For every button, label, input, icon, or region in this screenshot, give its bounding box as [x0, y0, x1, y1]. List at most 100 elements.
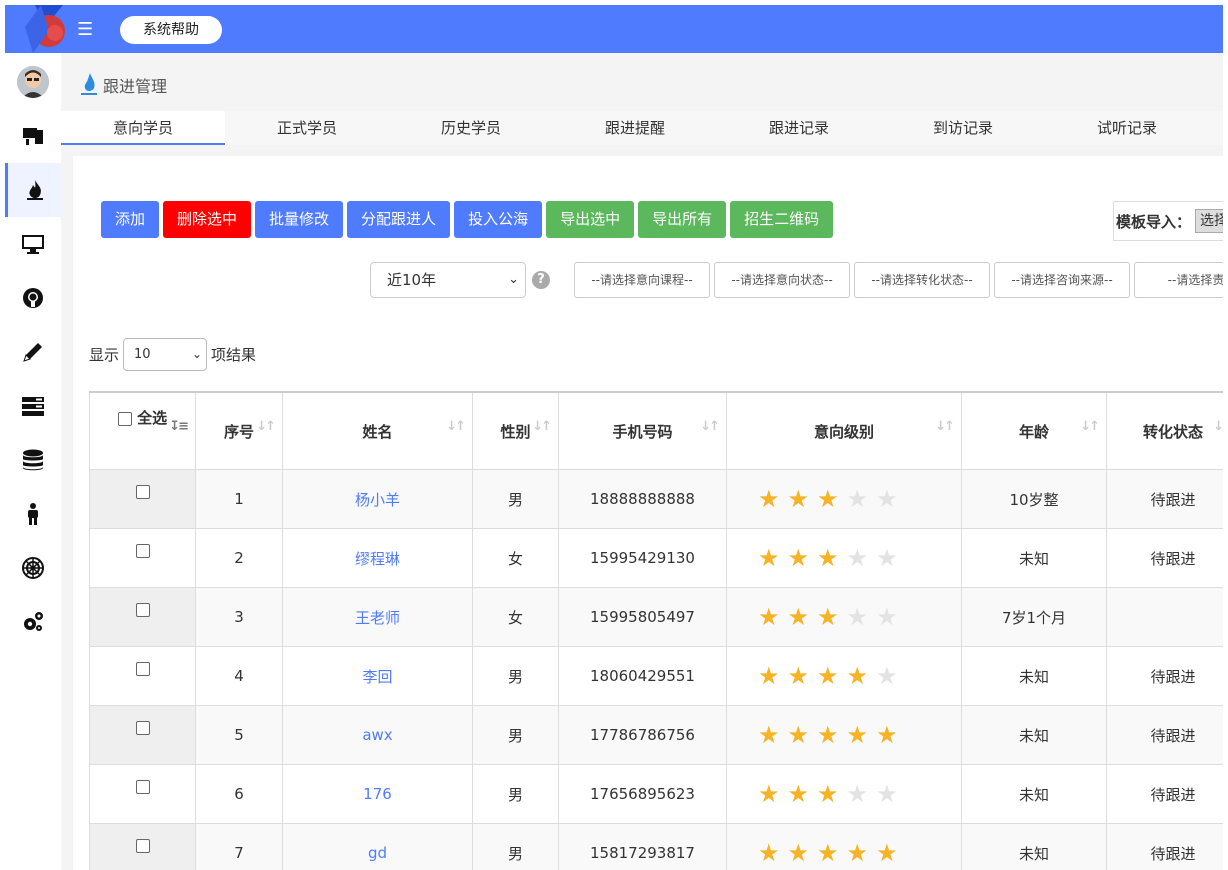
gender-header[interactable]: 性别 ↓↑: [472, 391, 559, 470]
age-header[interactable]: 年龄 ↓↑: [961, 391, 1107, 470]
help-icon[interactable]: ?: [532, 271, 550, 289]
table-row[interactable]: 2 缪程琳 女 15995429130 ★ ★ ★ ★ ★ 未知 待跟进: [89, 528, 1223, 588]
responsible-select[interactable]: --请选择责任: [1134, 262, 1228, 298]
sidebar-item-server[interactable]: [5, 379, 61, 433]
sort-icon[interactable]: ↓↑: [700, 419, 720, 434]
course-select[interactable]: --请选择意向课程--: [574, 262, 710, 298]
system-help-button[interactable]: 系统帮助: [120, 16, 222, 44]
star-filled-icon[interactable]: ★: [788, 487, 810, 511]
tab-formal-students[interactable]: 正式学员: [225, 111, 389, 145]
year-range-select[interactable]: 近10年 ⌄: [370, 262, 526, 298]
student-name-link[interactable]: 缪程琳: [355, 550, 400, 568]
sort-icon[interactable]: ↧≡: [169, 419, 189, 434]
star-rating[interactable]: ★ ★ ★ ★ ★: [728, 723, 960, 747]
tab-trial-records[interactable]: 试听记录: [1045, 111, 1209, 145]
star-filled-icon[interactable]: ★: [817, 723, 839, 747]
star-filled-icon[interactable]: ★: [788, 782, 810, 806]
star-empty-icon[interactable]: ★: [847, 605, 869, 629]
page-length-select[interactable]: 10 ⌄: [123, 338, 208, 371]
student-name-link[interactable]: 李回: [362, 668, 392, 686]
row-checkbox[interactable]: [135, 720, 150, 735]
sidebar-item-desktop[interactable]: [5, 217, 61, 271]
star-empty-icon[interactable]: ★: [876, 546, 898, 570]
sidebar-item-database[interactable]: [5, 433, 61, 487]
index-header[interactable]: 序号 ↓↑: [195, 391, 283, 470]
student-name-link[interactable]: 王老师: [355, 609, 400, 627]
batch-edit-button[interactable]: 批量修改: [255, 201, 344, 238]
student-name-link[interactable]: awx: [362, 726, 392, 744]
tab-follow-up-records[interactable]: 跟进记录: [717, 111, 881, 145]
star-rating[interactable]: ★ ★ ★ ★ ★: [728, 782, 960, 806]
star-filled-icon[interactable]: ★: [817, 782, 839, 806]
row-checkbox[interactable]: [135, 779, 150, 794]
star-filled-icon[interactable]: ★: [788, 546, 810, 570]
sort-icon[interactable]: ↓↑: [446, 419, 466, 434]
table-row[interactable]: 1 杨小羊 男 18888888888 ★ ★ ★ ★ ★ 10岁整 待跟进: [89, 469, 1223, 529]
tab-follow-up-reminders[interactable]: 跟进提醒: [553, 111, 717, 145]
table-row[interactable]: 7 gd 男 15817293817 ★ ★ ★ ★ ★ 未知 待跟进: [89, 823, 1223, 870]
star-filled-icon[interactable]: ★: [788, 841, 810, 865]
select-all-checkbox[interactable]: [117, 411, 132, 426]
name-header[interactable]: 姓名 ↓↑: [282, 391, 473, 470]
sidebar-item-teaching-icon[interactable]: [5, 109, 61, 163]
sidebar-item-person[interactable]: [5, 487, 61, 541]
row-checkbox[interactable]: [135, 602, 150, 617]
star-rating[interactable]: ★ ★ ★ ★ ★: [728, 546, 960, 570]
assign-follower-button[interactable]: 分配跟进人: [347, 201, 451, 238]
tab-visit-records[interactable]: 到访记录: [881, 111, 1045, 145]
star-filled-icon[interactable]: ★: [876, 841, 898, 865]
star-filled-icon[interactable]: ★: [758, 487, 780, 511]
star-filled-icon[interactable]: ★: [817, 664, 839, 688]
star-filled-icon[interactable]: ★: [758, 546, 780, 570]
sidebar-item-follow-up[interactable]: [5, 163, 61, 217]
sort-icon[interactable]: ↓↑: [532, 419, 552, 434]
row-checkbox[interactable]: [135, 661, 150, 676]
table-row[interactable]: 3 王老师 女 15995805497 ★ ★ ★ ★ ★ 7岁1个月: [89, 587, 1223, 647]
sidebar-item-settings[interactable]: [5, 595, 61, 649]
sidebar-item-github[interactable]: [5, 271, 61, 325]
avatar[interactable]: [17, 66, 49, 98]
star-rating[interactable]: ★ ★ ★ ★ ★: [728, 664, 960, 688]
intent-status-select[interactable]: --请选择意向状态--: [714, 262, 850, 298]
add-button[interactable]: 添加: [101, 201, 160, 238]
star-filled-icon[interactable]: ★: [758, 841, 780, 865]
star-empty-icon[interactable]: ★: [847, 487, 869, 511]
star-filled-icon[interactable]: ★: [876, 723, 898, 747]
sort-icon[interactable]: ↓↑: [935, 419, 955, 434]
star-empty-icon[interactable]: ★: [876, 487, 898, 511]
hamburger-menu-icon[interactable]: ☰: [77, 19, 93, 40]
phone-header[interactable]: 手机号码 ↓↑: [558, 391, 727, 470]
table-row[interactable]: 4 李回 男 18060429551 ★ ★ ★ ★ ★ 未知 待跟进: [89, 646, 1223, 706]
star-filled-icon[interactable]: ★: [847, 664, 869, 688]
student-name-link[interactable]: 176: [363, 785, 392, 803]
row-checkbox[interactable]: [135, 543, 150, 558]
sort-icon[interactable]: ↓↑: [1080, 419, 1100, 434]
sort-icon[interactable]: ↓↑: [1213, 419, 1223, 434]
star-filled-icon[interactable]: ★: [847, 723, 869, 747]
star-filled-icon[interactable]: ★: [788, 664, 810, 688]
star-filled-icon[interactable]: ★: [758, 664, 780, 688]
star-filled-icon[interactable]: ★: [758, 782, 780, 806]
star-empty-icon[interactable]: ★: [847, 546, 869, 570]
tab-history-students[interactable]: 历史学员: [389, 111, 553, 145]
row-checkbox[interactable]: [135, 838, 150, 853]
sidebar-item-empire[interactable]: [5, 541, 61, 595]
star-empty-icon[interactable]: ★: [876, 782, 898, 806]
table-row[interactable]: 5 awx 男 17786786756 ★ ★ ★ ★ ★ 未知 待跟进: [89, 705, 1223, 765]
export-all-button[interactable]: 导出所有: [638, 201, 727, 238]
star-rating[interactable]: ★ ★ ★ ★ ★: [728, 841, 960, 865]
star-filled-icon[interactable]: ★: [817, 841, 839, 865]
star-filled-icon[interactable]: ★: [758, 723, 780, 747]
conversion-status-select[interactable]: --请选择转化状态--: [854, 262, 990, 298]
star-empty-icon[interactable]: ★: [847, 782, 869, 806]
intent-level-header[interactable]: 意向级别 ↓↑: [726, 391, 962, 470]
conversion-header[interactable]: 转化状态 ↓↑: [1106, 391, 1223, 470]
star-empty-icon[interactable]: ★: [876, 605, 898, 629]
star-filled-icon[interactable]: ★: [817, 487, 839, 511]
star-filled-icon[interactable]: ★: [788, 723, 810, 747]
star-rating[interactable]: ★ ★ ★ ★ ★: [728, 605, 960, 629]
delete-selected-button[interactable]: 删除选中: [163, 201, 252, 238]
student-name-link[interactable]: 杨小羊: [355, 491, 400, 509]
student-name-link[interactable]: gd: [368, 844, 387, 862]
enroll-qrcode-button[interactable]: 招生二维码: [730, 201, 834, 238]
